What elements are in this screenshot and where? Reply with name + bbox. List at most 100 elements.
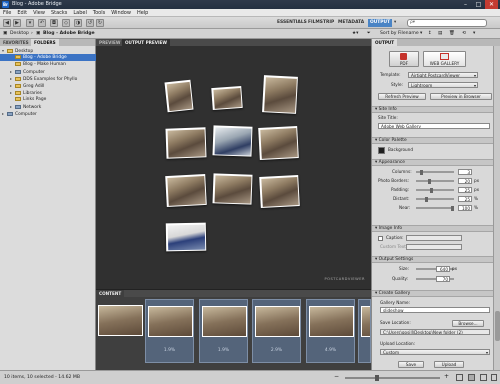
tree-item-links-page[interactable]: Links Page xyxy=(0,96,96,103)
tree-item-blog-adobe-bridge[interactable]: Blog - Adobe Bridge xyxy=(0,54,96,61)
sort-dropdown[interactable]: Sort by Filename xyxy=(380,29,419,39)
custom-text-field[interactable] xyxy=(406,244,462,250)
menu-tools[interactable]: Tools xyxy=(90,9,108,17)
columns-slider[interactable] xyxy=(416,169,454,175)
tree-item-greg-adill[interactable]: ▸ Greg Adill xyxy=(0,82,96,89)
gallery-photo[interactable] xyxy=(211,85,243,111)
search-input[interactable]: ρ▾ xyxy=(407,19,487,27)
rotate-left-icon[interactable]: ↺ xyxy=(86,19,94,27)
open-recent-icon[interactable]: ▾ xyxy=(473,29,475,39)
camera-icon[interactable]: ◘ xyxy=(50,19,58,27)
slider-knob[interactable] xyxy=(420,169,423,175)
thumbnail-size-slider[interactable] xyxy=(345,375,440,381)
content-thumbnail[interactable]: 2.9% xyxy=(252,299,301,363)
gallery-photo[interactable] xyxy=(259,175,300,208)
menu-label[interactable]: Label xyxy=(70,9,90,17)
distant-field[interactable]: 25 xyxy=(458,196,472,202)
output-settings-header[interactable]: ▾ Output Settings xyxy=(372,256,494,263)
photo-borders-slider[interactable] xyxy=(416,178,454,184)
padding-slider[interactable] xyxy=(416,187,454,193)
content-thumbnail[interactable]: 1.9% xyxy=(145,299,194,363)
content-thumbnail[interactable] xyxy=(96,299,145,363)
slider-knob[interactable] xyxy=(375,375,379,381)
tab-output[interactable]: OUTPUT xyxy=(372,39,398,46)
save-button[interactable]: Save xyxy=(398,361,424,368)
tree-item-computer[interactable]: ▸ Computer xyxy=(0,68,96,75)
slider-knob[interactable] xyxy=(428,178,431,184)
minimize-button[interactable]: – xyxy=(459,0,472,9)
gallery-photo[interactable] xyxy=(212,173,253,205)
style-dropdown[interactable]: Lightroom xyxy=(408,82,478,88)
photo-borders-field[interactable]: 20 xyxy=(458,178,472,184)
workspace-menu-icon[interactable]: ▾ xyxy=(394,19,396,27)
output-panel-scrollbar[interactable] xyxy=(493,46,500,370)
appearance-header[interactable]: ▾ Appearance xyxy=(372,159,494,166)
content-thumbnail[interactable]: 4.9% xyxy=(306,299,355,363)
close-button[interactable]: ✕ xyxy=(485,0,498,9)
caption-field[interactable] xyxy=(406,235,462,241)
content-thumbnail[interactable]: 1.9% xyxy=(199,299,248,363)
zoom-out-icon[interactable]: − xyxy=(334,373,339,380)
tab-preview[interactable]: PREVIEW xyxy=(96,39,123,46)
create-gallery-header[interactable]: ▾ Create Gallery xyxy=(372,290,494,297)
gallery-photo[interactable] xyxy=(165,127,207,159)
gallery-photo[interactable] xyxy=(164,79,194,113)
refresh-preview-button[interactable]: Refresh Preview xyxy=(378,93,426,100)
workspace-filmstrip[interactable]: FILMSTRIP xyxy=(308,19,334,27)
tree-item-network[interactable]: ▸ Network xyxy=(0,103,96,110)
recent-folder-icon[interactable]: ▾ xyxy=(26,19,34,27)
scrollbar-thumb[interactable] xyxy=(495,311,500,341)
list-view-icon[interactable] xyxy=(480,374,487,381)
preview-in-browser-button[interactable]: Preview in Browser xyxy=(430,93,492,100)
gallery-name-field[interactable]: slideshow xyxy=(380,307,490,313)
gallery-photo[interactable] xyxy=(262,75,298,114)
new-folder-icon[interactable]: ▤ xyxy=(438,29,442,39)
color-palette-header[interactable]: ▾ Color Palette xyxy=(372,137,494,144)
boomerang-icon[interactable]: ↶ xyxy=(38,19,46,27)
gallery-photo[interactable] xyxy=(212,125,253,157)
workspace-essentials[interactable]: ESSENTIALS xyxy=(277,19,307,27)
workspace-output[interactable]: OUTPUT xyxy=(368,19,393,27)
tree-item-desktop[interactable]: ▾ Desktop xyxy=(0,47,96,54)
image-info-header[interactable]: ▾ Image Info xyxy=(372,225,494,232)
open-in-camera-raw-icon[interactable]: ◑ xyxy=(74,19,82,27)
sort-direction-icon[interactable]: ↕ xyxy=(428,29,432,39)
details-view-icon[interactable] xyxy=(468,374,475,381)
upload-button[interactable]: Upload xyxy=(434,361,464,368)
size-field[interactable]: 640 xyxy=(436,266,450,272)
zoom-in-icon[interactable]: + xyxy=(444,373,449,380)
padding-field[interactable]: 25 xyxy=(458,187,472,193)
gallery-photo[interactable] xyxy=(165,222,207,252)
tab-content[interactable]: CONTENT xyxy=(96,290,125,297)
lock-icon[interactable] xyxy=(491,374,497,381)
breadcrumb-desktop[interactable]: Desktop xyxy=(10,29,29,39)
star-filter-icon[interactable]: ★▾ xyxy=(352,29,358,39)
menu-stacks[interactable]: Stacks xyxy=(48,9,70,17)
menu-help[interactable]: Help xyxy=(134,9,151,17)
distant-slider[interactable] xyxy=(416,196,454,202)
filter-icon[interactable]: ⏷ xyxy=(367,29,371,39)
tab-favorites[interactable]: FAVORITES xyxy=(0,39,32,46)
near-slider[interactable] xyxy=(416,205,454,211)
rotate-icon[interactable]: ⟲ xyxy=(462,29,466,39)
slider-knob[interactable] xyxy=(430,187,433,193)
maximize-button[interactable]: □ xyxy=(472,0,485,9)
grid-view-icon[interactable] xyxy=(456,374,463,381)
breadcrumb-current-folder[interactable]: Blog - Adobe Bridge xyxy=(43,29,95,39)
tree-item-dds-examples[interactable]: ▸ DDS Examples for Phyllo xyxy=(0,75,96,82)
back-icon[interactable]: ◀ xyxy=(3,19,11,27)
columns-field[interactable]: 3 xyxy=(458,169,472,175)
tree-item-libraries[interactable]: ▸ Libraries xyxy=(0,89,96,96)
tab-output-preview[interactable]: OUTPUT PREVIEW xyxy=(122,39,171,46)
menu-edit[interactable]: Edit xyxy=(14,9,30,17)
upload-location-dropdown[interactable]: Custom xyxy=(380,349,490,355)
template-dropdown[interactable]: Airtight PostcardViewer xyxy=(408,72,478,78)
menu-file[interactable]: File xyxy=(0,9,14,17)
gallery-photo[interactable] xyxy=(258,126,299,160)
browse-button[interactable]: Browse... xyxy=(452,320,484,327)
workspace-metadata[interactable]: METADATA xyxy=(338,19,364,27)
site-title-field[interactable]: Adobe Web Gallery xyxy=(378,123,490,129)
refine-icon[interactable]: ◇ xyxy=(62,19,70,27)
menu-view[interactable]: View xyxy=(30,9,48,17)
content-thumbnail[interactable] xyxy=(358,299,371,363)
